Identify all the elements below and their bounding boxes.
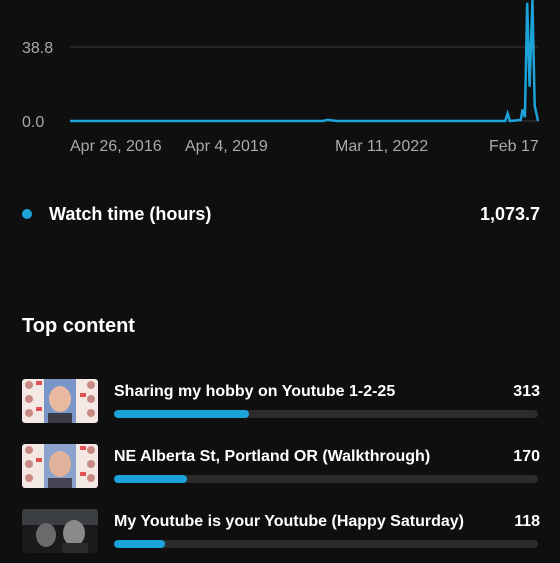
x-tick-label: Apr 26, 2016 xyxy=(70,138,162,155)
video-count: 118 xyxy=(514,513,540,530)
video-row[interactable]: NE Alberta St, Portland OR (Walkthrough)… xyxy=(22,433,540,498)
video-count: 170 xyxy=(513,448,540,465)
y-tick-label: 38.8 xyxy=(22,40,53,57)
chart-legend: Watch time (hours) 1,073.7 xyxy=(22,200,540,228)
legend-label: Watch time (hours) xyxy=(49,203,212,224)
video-row[interactable]: My Youtube is your Youtube (Happy Saturd… xyxy=(22,498,540,563)
video-title: My Youtube is your Youtube (Happy Saturd… xyxy=(114,513,464,530)
video-thumbnail xyxy=(22,443,98,488)
y-tick-label: 0.0 xyxy=(22,114,44,131)
top-content-list: Sharing my hobby on Youtube 1-2-25 313 N… xyxy=(22,368,540,563)
video-share-bar xyxy=(114,475,538,483)
legend-dot xyxy=(22,209,32,219)
watch-time-chart: 38.8 0.0 Apr 26, 2016 Apr 4, 2019 Mar 11, 2… xyxy=(22,0,540,155)
x-tick-label: Feb 17 xyxy=(489,138,539,155)
video-share-bar xyxy=(114,410,538,418)
legend-total-value: 1,073.7 xyxy=(479,203,540,224)
video-thumbnail xyxy=(22,508,98,553)
x-tick-label: Mar 11, 2022 xyxy=(335,138,428,155)
top-content-title: Top content xyxy=(22,315,135,337)
video-share-bar xyxy=(114,540,538,548)
video-row[interactable]: Sharing my hobby on Youtube 1-2-25 313 xyxy=(22,368,540,433)
x-tick-label: Apr 4, 2019 xyxy=(185,138,268,155)
video-title: Sharing my hobby on Youtube 1-2-25 xyxy=(114,383,396,400)
video-thumbnail xyxy=(22,378,98,423)
video-title: NE Alberta St, Portland OR (Walkthrough) xyxy=(114,448,431,465)
video-count: 313 xyxy=(513,383,540,400)
watch-time-series-line xyxy=(70,0,540,123)
